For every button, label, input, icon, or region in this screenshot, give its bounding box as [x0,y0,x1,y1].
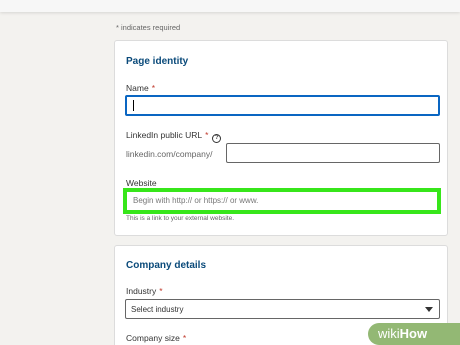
required-marker: * [151,83,155,93]
name-label: Name * [126,83,155,93]
chevron-down-icon [425,307,433,312]
name-input[interactable] [125,95,440,116]
industry-select[interactable]: Select industry [125,299,440,319]
website-help-text: This is a link to your external website. [126,215,235,222]
wikihow-watermark: wikiHow [368,323,460,345]
required-marker: * [205,130,209,140]
section-title-company-details: Company details [126,260,207,271]
required-marker: * [159,286,163,296]
url-prefix: linkedin.com/company/ [126,149,213,159]
industry-label: Industry * [126,286,163,296]
section-title-page-identity: Page identity [126,56,189,67]
website-label: Website [126,178,157,188]
industry-selected-value: Select industry [131,305,184,314]
company-size-label: Company size * [126,333,187,343]
website-highlight-box [123,188,441,214]
text-caret [133,100,134,111]
required-note: * indicates required [116,23,181,32]
linkedin-url-input[interactable] [226,143,440,163]
help-icon[interactable]: ? [212,134,222,143]
top-bar [0,0,460,12]
url-label: LinkedIn public URL *? [126,130,222,143]
required-marker: * [182,333,187,343]
